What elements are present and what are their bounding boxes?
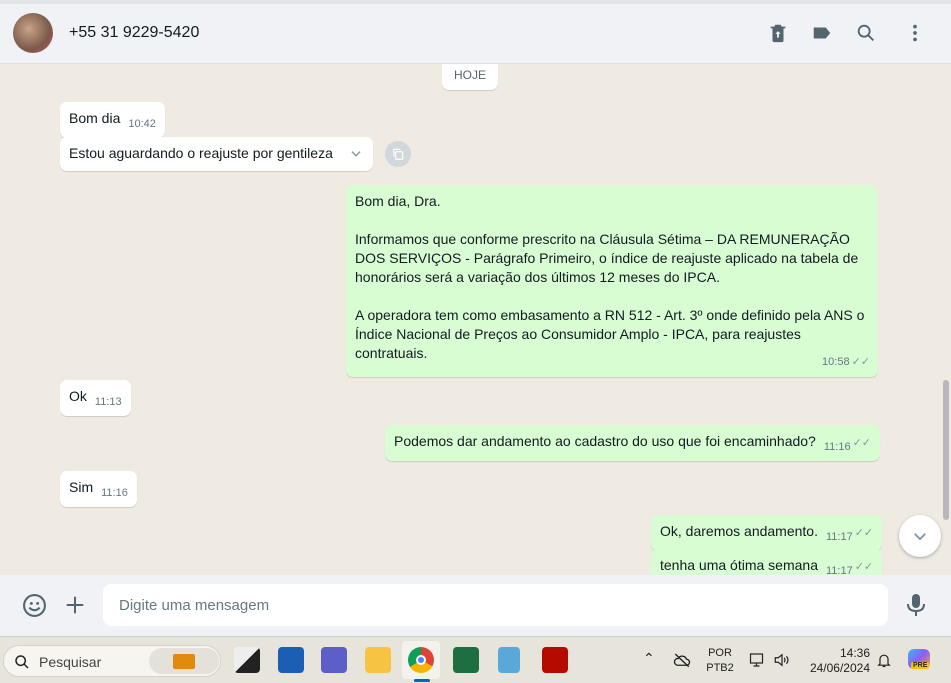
copilot-icon[interactable]: PRE [908,649,930,669]
microphone-icon[interactable] [904,592,928,618]
acrobat-icon[interactable] [542,647,568,673]
excel-icon[interactable] [453,647,479,673]
double-check-icon: ✓✓ [854,561,874,573]
forward-copy-button[interactable] [385,141,411,167]
language-indicator[interactable]: POR PTB2 [706,646,734,676]
chevron-down-icon[interactable] [349,147,363,161]
chat-area: HOJE Bom dia 10:42 Estou aguardando o rea… [0,64,951,575]
language: POR [708,647,732,659]
message-line: Informamos que conforme prescrito na Clá… [355,231,859,285]
double-check-icon: ✓✓ [854,527,874,539]
message-incoming[interactable]: Ok 11:13 [60,380,131,416]
label-icon[interactable] [811,22,833,44]
message-text: Sim [69,479,94,495]
taskbar-search[interactable]: Pesquisar [3,645,221,677]
message-incoming[interactable]: Bom dia 10:42 [60,102,165,138]
clock[interactable]: 14:36 24/06/2024 [806,646,870,676]
volume-icon[interactable] [773,651,791,669]
message-text: Ok, daremos andamento. [660,523,818,539]
task-view-icon[interactable] [234,647,260,673]
message-input[interactable] [103,584,888,626]
search-icon [15,655,29,669]
message-time: 10:58 [822,356,850,368]
double-check-icon: ✓✓ [852,437,872,449]
time: 14:36 [839,646,870,660]
scroll-down-button[interactable] [899,515,941,557]
message-text: tenha uma ótima semana [660,557,818,573]
message-incoming[interactable]: Estou aguardando o reajuste por gentilez… [60,137,373,171]
widget-briefcase-icon[interactable] [149,648,219,674]
message-line: Bom dia, Dra. [355,193,441,209]
message-text: Ok [69,388,87,404]
message-time: 11:13 [94,396,122,408]
message-time: 11:17 [825,531,853,543]
date-divider: HOJE [442,64,499,90]
message-time: 11:16 [101,487,128,499]
composer [0,575,951,636]
message-time: 10:42 [128,118,156,130]
keyboard-layout: PTB2 [706,662,734,674]
message-time: 11:17 [825,565,853,575]
message-line: A operadora tem como embasamento a RN 51… [355,307,865,361]
chat-header: +55 31 9229-5420 [0,0,951,64]
cloud-offline-icon[interactable] [673,652,691,668]
contact-name[interactable]: +55 31 9229-5420 [69,24,199,42]
emoji-icon[interactable] [22,593,47,618]
message-outgoing[interactable]: Ok, daremos andamento. 11:17 ✓✓ [651,515,883,551]
copilot-badge: PRE [911,662,930,669]
chrome-icon[interactable] [408,647,434,673]
active-indicator [414,679,430,682]
delete-icon[interactable] [767,22,789,44]
search-placeholder: Pesquisar [39,654,102,670]
message-outgoing[interactable]: tenha uma ótima semana 11:17 ✓✓ [651,549,883,575]
message-text: Estou aguardando o reajuste por gentilez… [69,145,333,161]
double-check-icon: ✓✓ [851,356,870,368]
file-explorer-icon[interactable] [365,647,391,673]
copy-icon [393,148,404,160]
notification-bell-icon[interactable] [876,652,892,669]
network-icon[interactable] [749,651,767,669]
menu-icon[interactable] [904,22,926,44]
message-text: Podemos dar andamento ao cadastro do uso… [394,433,816,449]
avatar[interactable] [13,13,53,53]
message-incoming[interactable]: Sim 11:16 [60,471,137,507]
teams-icon[interactable] [321,647,347,673]
message-time: 11:16 [823,441,851,453]
date: 24/06/2024 [809,661,870,675]
chevron-down-icon [914,533,926,541]
chevron-up-icon[interactable]: ⌃ [643,651,655,666]
message-outgoing[interactable]: Podemos dar andamento ao cadastro do uso… [385,425,881,461]
message-outgoing[interactable]: Bom dia, Dra. Informamos que conforme pr… [346,185,878,377]
notepad-icon[interactable] [498,647,520,673]
attach-plus-icon[interactable] [64,594,86,616]
store-icon[interactable] [278,647,304,673]
taskbar: Pesquisar ⌃ POR PTB2 14:36 24/06/2024 PRE [0,636,951,683]
message-text: Bom dia [69,110,121,126]
search-icon[interactable] [855,22,877,44]
scrollbar[interactable] [943,380,949,520]
